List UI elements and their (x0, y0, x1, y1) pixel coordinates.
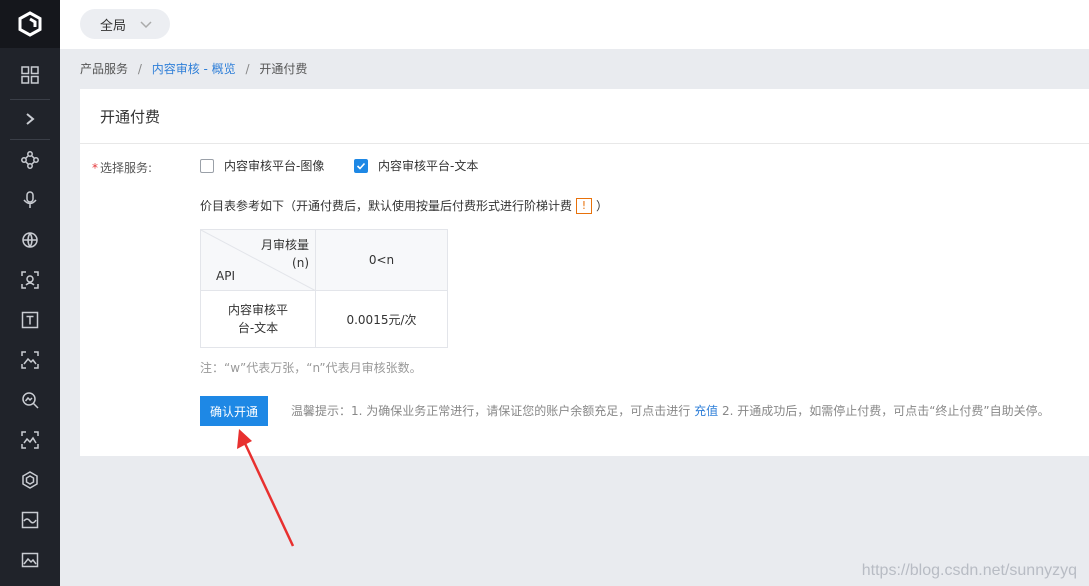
checkbox-image-review[interactable] (200, 158, 214, 173)
expand-icon[interactable] (18, 107, 42, 131)
tip-suffix: 2. 开通成功后，如需停止付费，可点击“终止付费”自助关停。 (721, 404, 1050, 418)
table-header-row: 月审核量 (n) API 0<n (200, 229, 448, 291)
search-image-icon[interactable] (18, 388, 42, 412)
globe-icon[interactable] (18, 228, 42, 252)
tip-prefix: 温馨提示：1. 为确保业务正常进行，请保证您的账户余额充足，可点击进行 (291, 404, 691, 418)
service-label-text: 选择服务: (100, 161, 153, 175)
table-corner-header: 月审核量 (n) API (200, 229, 316, 291)
face-scan-icon[interactable] (18, 268, 42, 292)
image-scan-icon[interactable] (18, 348, 42, 372)
breadcrumb-separator: / (245, 62, 250, 76)
table-cell-price: 0.0015元/次 (315, 290, 448, 348)
landscape-scan-icon[interactable] (18, 428, 42, 452)
microphone-icon[interactable] (18, 188, 42, 212)
price-note: 价目表参考如下（开通付费后，默认使用按量后付费形式进行阶梯计费 ! ） (200, 197, 608, 214)
breadcrumb: 产品服务 / 内容审核 - 概览 / 开通付费 (80, 60, 307, 77)
header-volume-unit: (n) (292, 256, 309, 270)
nodes-icon[interactable] (18, 148, 42, 172)
scope-select[interactable]: 全局 (80, 9, 170, 39)
breadcrumb-separator: / (137, 62, 142, 76)
option-text-review[interactable]: 内容审核平台-文本 (354, 157, 478, 174)
sidebar-divider (10, 139, 50, 140)
card-title: 开通付费 (100, 108, 161, 126)
card-divider (80, 143, 1089, 144)
image-wave-icon[interactable] (18, 508, 42, 532)
option-text-review-label: 内容审核平台-文本 (378, 159, 479, 173)
footnote: 注：“w”代表万张，“n”代表月审核张数。 (200, 361, 422, 375)
option-image-review-label: 内容审核平台-图像 (224, 159, 325, 173)
text-icon[interactable] (18, 308, 42, 332)
table-cell-api: 内容审核平 台-文本 (200, 290, 316, 348)
image-icon[interactable] (18, 548, 42, 572)
breadcrumb-parent-link[interactable]: 内容审核 - 概览 (152, 62, 236, 76)
info-icon[interactable]: ! (576, 197, 593, 214)
cube-icon[interactable] (18, 468, 42, 492)
header-api-label: API (216, 269, 235, 283)
payment-card: 开通付费 * 选择服务: 内容审核平台-图像 内容审核平台-文本 价目表参考如下（… (80, 89, 1089, 456)
price-note-text: 价目表参考如下（开通付费后，默认使用按量后付费形式进行阶梯计费 (200, 199, 573, 213)
watermark: https://blog.csdn.net/sunnyzyq (861, 562, 1077, 579)
price-table: 月审核量 (n) API 0<n 内容审核平 台-文本 0.0015元/次 (200, 229, 448, 348)
annotation-arrow (237, 429, 295, 547)
confirm-activate-button[interactable]: 确认开通 (200, 396, 268, 426)
logo-icon[interactable] (0, 0, 60, 48)
api-name-line2: 台-文本 (237, 321, 279, 335)
scope-select-value: 全局 (100, 18, 127, 34)
checkbox-text-review[interactable] (354, 158, 368, 173)
recharge-link[interactable]: 充值 (694, 404, 718, 418)
price-note-close: ） (596, 199, 609, 213)
sidebar-divider (10, 99, 50, 100)
header-tier: 0<n (315, 229, 448, 291)
checkmark-icon (356, 162, 366, 170)
breadcrumb-root[interactable]: 产品服务 (80, 62, 128, 76)
breadcrumb-current: 开通付费 (259, 62, 308, 76)
header-volume-label: 月审核量 (260, 238, 309, 252)
required-mark: * (92, 161, 98, 175)
grid-icon[interactable] (18, 63, 42, 87)
chevron-down-icon (140, 18, 152, 34)
option-image-review[interactable]: 内容审核平台-图像 (200, 157, 324, 174)
api-name-line1: 内容审核平 (227, 303, 288, 317)
sidebar (0, 0, 60, 586)
tip-text: 温馨提示：1. 为确保业务正常进行，请保证您的账户余额充足，可点击进行 充值 2… (291, 402, 1050, 419)
service-label: * 选择服务: (92, 159, 152, 176)
top-bar: 全局 (60, 0, 1089, 49)
table-row: 内容审核平 台-文本 0.0015元/次 (200, 290, 448, 348)
